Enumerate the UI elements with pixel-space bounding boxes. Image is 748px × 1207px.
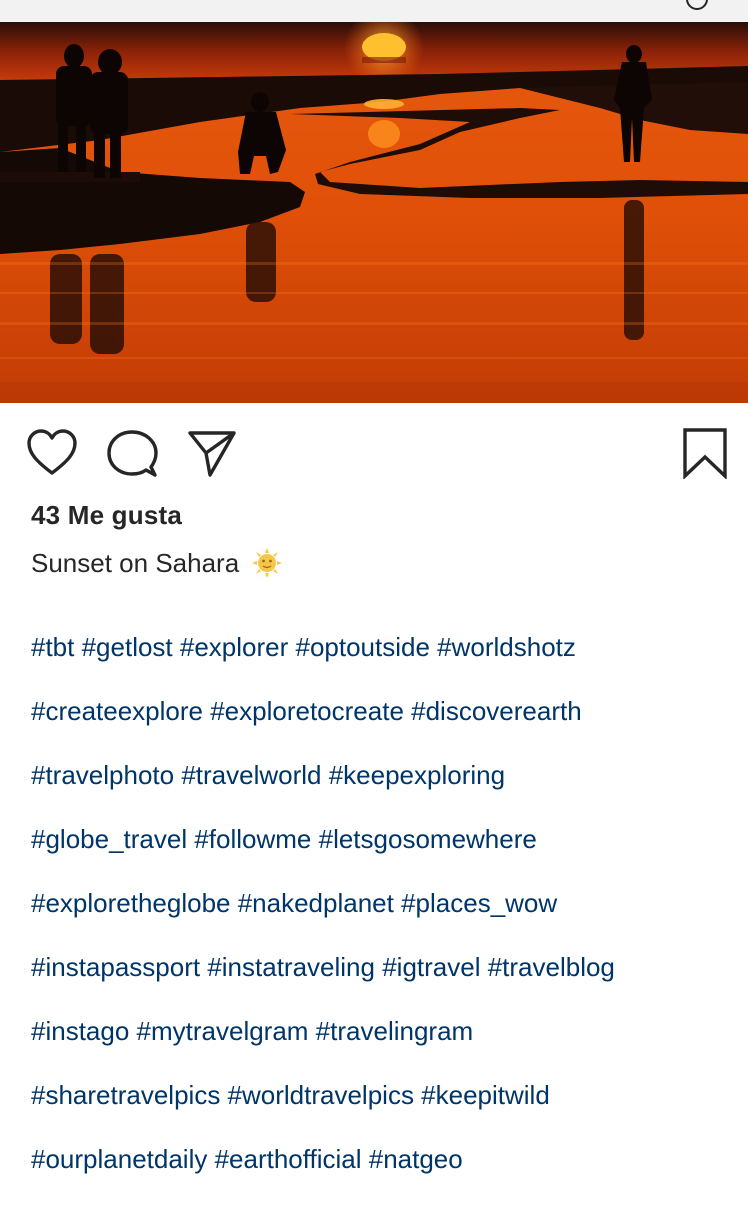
comment-bubble-icon[interactable]	[106, 429, 158, 479]
paper-plane-icon[interactable]	[186, 429, 238, 477]
hashtag-line[interactable]: #createexplore #exploretocreate #discove…	[31, 695, 741, 727]
hashtag-line[interactable]: #tbt #getlost #explorer #optoutside #wor…	[31, 631, 741, 663]
hashtag-line[interactable]: #instapassport #instatraveling #igtravel…	[31, 951, 741, 983]
post-caption: Sunset on Sahara	[31, 547, 283, 579]
hashtag-line[interactable]: #travelphoto #travelworld #keepexploring	[31, 759, 741, 791]
hashtag-line[interactable]: #sharetravelpics #worldtravelpics #keepi…	[31, 1079, 741, 1111]
top-bar-icon	[686, 0, 708, 10]
heart-icon[interactable]	[26, 429, 78, 477]
sun-face-emoji-icon	[252, 548, 283, 578]
action-bar	[0, 403, 748, 495]
likes-count[interactable]: 43 Me gusta	[31, 500, 182, 531]
hashtag-line[interactable]: #exploretheglobe #nakedplanet #places_wo…	[31, 887, 741, 919]
hashtag-line[interactable]: #instago #mytravelgram #travelingram	[31, 1015, 741, 1047]
sunset-photo-image	[0, 22, 748, 403]
hashtag-line[interactable]: #globe_travel #followme #letsgosomewhere	[31, 823, 741, 855]
caption-text: Sunset on Sahara	[31, 547, 240, 578]
hashtag-list: #tbt #getlost #explorer #optoutside #wor…	[31, 599, 741, 1207]
bookmark-icon[interactable]	[682, 427, 728, 479]
hashtag-line[interactable]: #ourplanetdaily #earthofficial #natgeo	[31, 1143, 741, 1175]
post-photo[interactable]	[0, 22, 748, 403]
top-bar	[0, 0, 748, 23]
